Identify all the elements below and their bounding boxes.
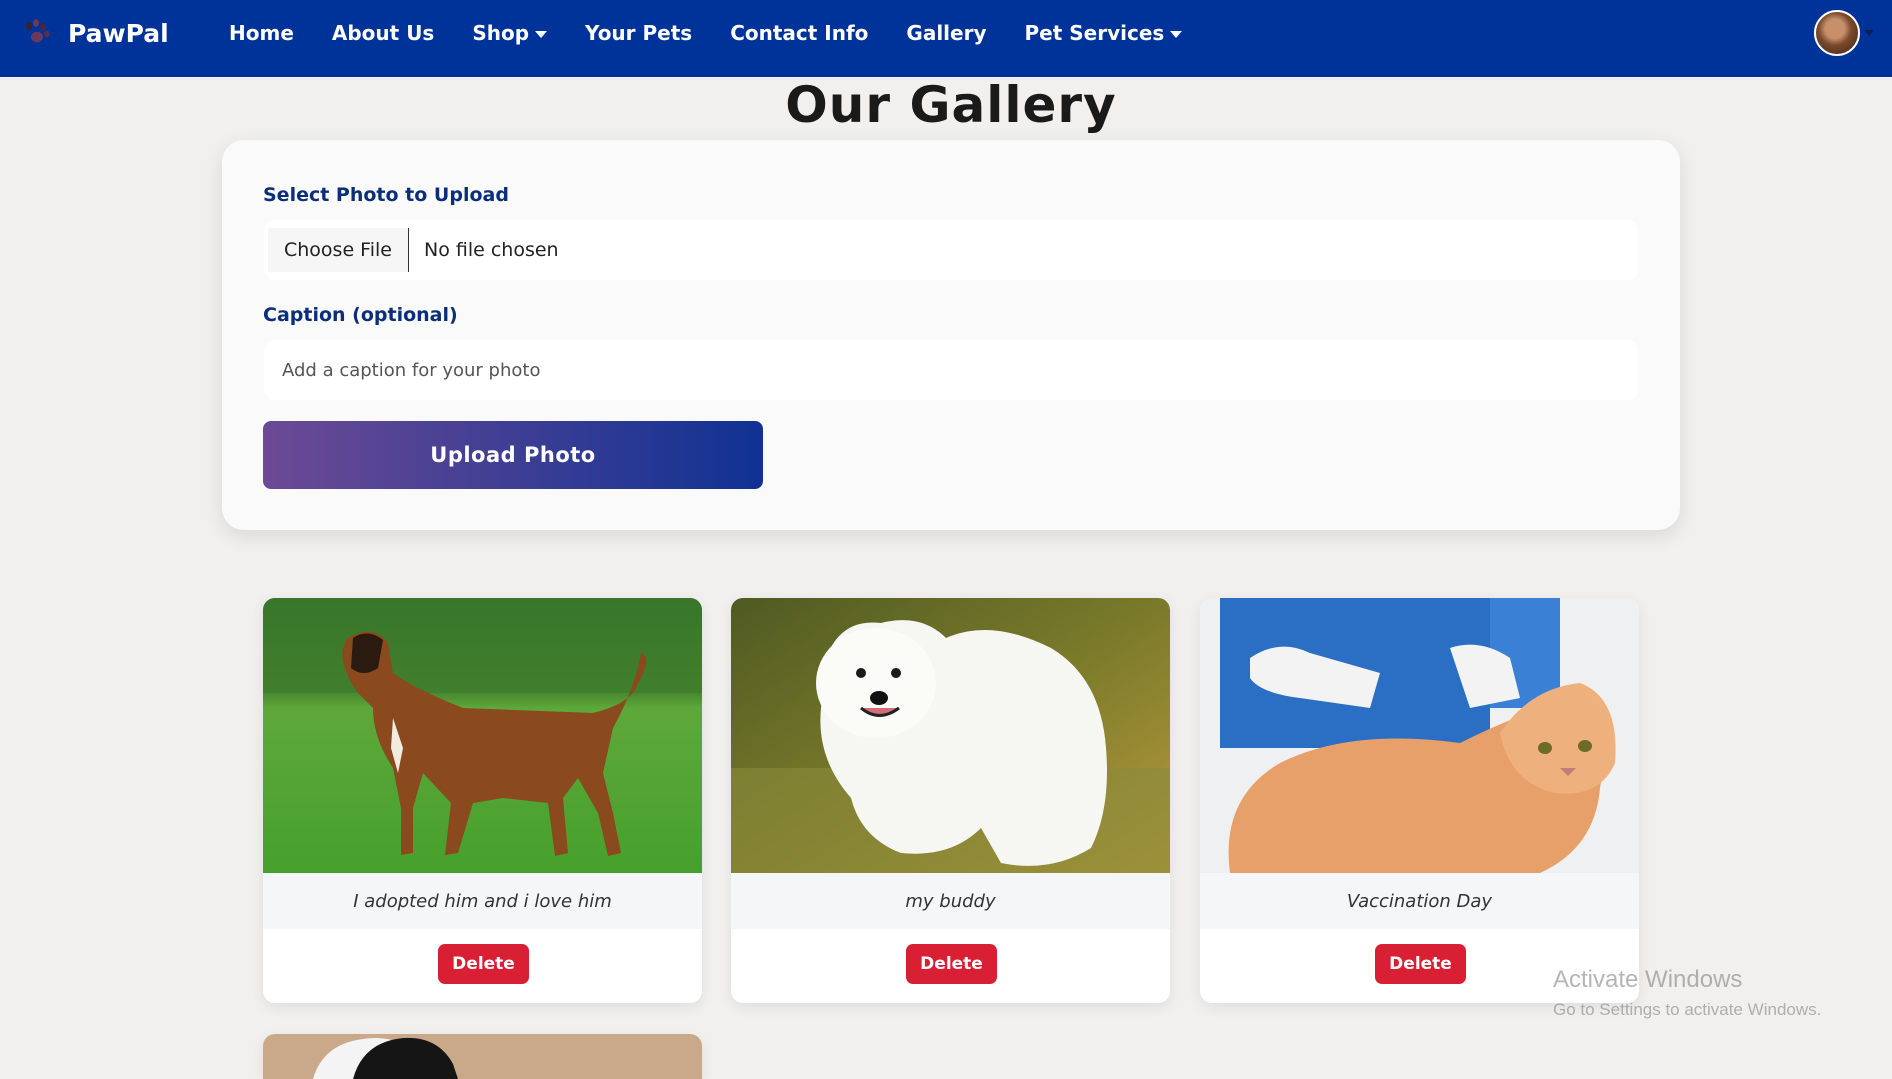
delete-button[interactable]: Delete — [438, 944, 529, 984]
paw-icon — [25, 19, 50, 43]
upload-form-card: Select Photo to Upload Choose File No fi… — [222, 140, 1680, 530]
gallery-photo-partial[interactable] — [263, 1034, 702, 1079]
top-navbar: PawPal Home About Us Shop Your Pets Cont… — [0, 0, 1892, 77]
watermark-title: Activate Windows — [1553, 966, 1743, 993]
brand-name: PawPal — [68, 18, 169, 48]
gallery-caption: I adopted him and i love him — [263, 873, 702, 929]
gallery-caption: my buddy — [731, 873, 1170, 929]
page-title: Our Gallery — [785, 76, 1117, 134]
gallery-photo-boxer-dog[interactable] — [263, 598, 702, 873]
caption-input[interactable] — [264, 340, 1638, 400]
file-status-text: No file chosen — [423, 239, 559, 261]
nav-contact-info-label: Contact Info — [730, 21, 869, 45]
gallery-card: I adopted him and i love him Delete — [263, 598, 702, 1003]
choose-file-button[interactable]: Choose File — [268, 228, 409, 272]
windows-activation-watermark: Activate Windows Go to Settings to activ… — [1553, 966, 1821, 1020]
brand-logo[interactable]: PawPal — [20, 0, 169, 66]
nav-gallery[interactable]: Gallery — [906, 21, 986, 45]
photo-upload-label: Select Photo to Upload — [263, 184, 509, 206]
user-menu[interactable] — [1814, 10, 1874, 56]
nav-your-pets[interactable]: Your Pets — [585, 21, 692, 45]
watermark-subtitle: Go to Settings to activate Windows. — [1553, 1000, 1822, 1019]
nav-pet-services-label: Pet Services — [1024, 21, 1165, 45]
gallery-card: Vaccination Day Delete — [1200, 598, 1639, 1003]
nav-contact-info[interactable]: Contact Info — [730, 21, 868, 45]
caret-down-icon — [1170, 30, 1183, 38]
nav-shop-dropdown[interactable]: Shop — [472, 21, 548, 45]
gallery-photo-cat-vaccine[interactable] — [1200, 598, 1639, 873]
delete-button[interactable]: Delete — [906, 944, 997, 984]
nav-your-pets-label: Your Pets — [585, 21, 693, 45]
nav-about-us[interactable]: About Us — [332, 21, 434, 45]
nav-about-us-label: About Us — [331, 21, 435, 45]
gallery-caption: Vaccination Day — [1200, 873, 1639, 929]
nav-links: Home About Us Shop Your Pets Contact Inf… — [229, 0, 1220, 66]
gallery-card — [263, 1034, 702, 1079]
gallery-photo-samoyed[interactable] — [731, 598, 1170, 873]
caption-label: Caption (optional) — [263, 304, 458, 326]
upload-photo-button[interactable]: Upload Photo — [263, 421, 763, 489]
caret-down-icon — [1864, 30, 1874, 36]
nav-pet-services-dropdown[interactable]: Pet Services — [1025, 21, 1183, 45]
nav-home-label: Home — [229, 21, 294, 45]
avatar[interactable] — [1814, 10, 1860, 56]
caret-down-icon — [535, 30, 548, 38]
file-input[interactable]: Choose File No file chosen — [264, 220, 1638, 280]
delete-button[interactable]: Delete — [1375, 944, 1466, 984]
nav-shop-label: Shop — [472, 21, 530, 45]
gallery-card: my buddy Delete — [731, 598, 1170, 1003]
nav-gallery-label: Gallery — [906, 21, 987, 45]
nav-home[interactable]: Home — [229, 21, 294, 45]
